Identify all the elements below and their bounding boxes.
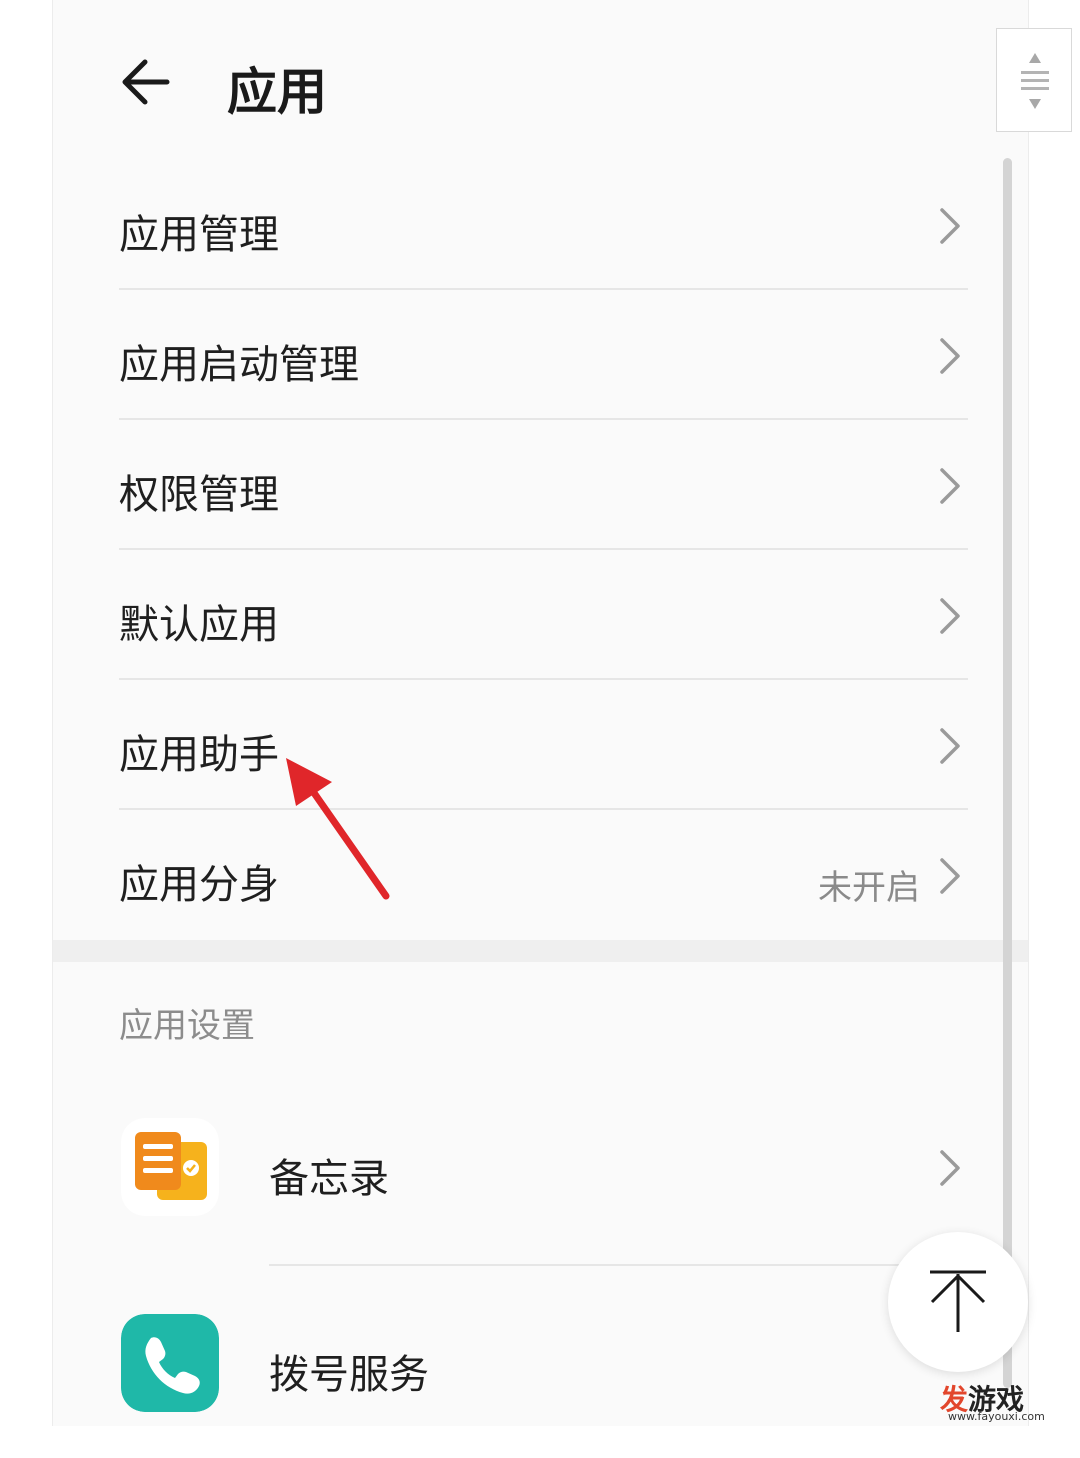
- chevron-right-icon: [940, 338, 960, 374]
- menu-item-app-startup-management[interactable]: 应用启动管理: [53, 290, 1028, 420]
- divider: [269, 1264, 968, 1266]
- scrollbar[interactable]: [1003, 158, 1012, 1388]
- chevron-right-icon: [940, 598, 960, 634]
- menu-item-label: 权限管理: [119, 472, 279, 518]
- menu-item-label: 应用启动管理: [119, 342, 359, 388]
- section-title: 应用设置: [119, 1006, 255, 1046]
- status-value: 未开启: [818, 868, 920, 908]
- menu-item-label: 应用分身: [119, 862, 279, 908]
- arrow-up-to-top-icon: [930, 1270, 986, 1332]
- app-row-memo[interactable]: 备忘录: [53, 1072, 1028, 1262]
- menu-item-permission-management[interactable]: 权限管理: [53, 420, 1028, 550]
- scroll-updown-icon: [1021, 53, 1049, 109]
- settings-screen: 应用 应用管理 应用启动管理 权限管理 默认应用 应用助手 应用分身 未开启 应…: [52, 0, 1029, 1426]
- chevron-right-icon: [940, 468, 960, 504]
- chevron-right-icon: [940, 1150, 960, 1186]
- chevron-right-icon: [940, 728, 960, 764]
- app-row-dialer[interactable]: 拨号服务: [53, 1268, 1028, 1458]
- memo-app-icon: [121, 1118, 219, 1216]
- app-label: 拨号服务: [269, 1352, 429, 1398]
- chevron-right-icon: [940, 858, 960, 894]
- scroll-handle[interactable]: [996, 28, 1072, 132]
- back-to-top-button[interactable]: [888, 1232, 1028, 1372]
- menu-item-label: 应用管理: [119, 212, 279, 258]
- watermark-logo: 发游戏 www.fayouxi.com: [940, 1378, 1080, 1426]
- phone-app-icon: [121, 1314, 219, 1412]
- page-title: 应用: [227, 63, 327, 121]
- app-label: 备忘录: [269, 1156, 389, 1202]
- header: 应用: [53, 0, 1028, 160]
- watermark-url: www.fayouxi.com: [948, 1410, 1045, 1423]
- menu-item-app-management[interactable]: 应用管理: [53, 160, 1028, 290]
- chevron-right-icon: [940, 208, 960, 244]
- menu-item-default-apps[interactable]: 默认应用: [53, 550, 1028, 680]
- menu-list: 应用管理 应用启动管理 权限管理 默认应用 应用助手 应用分身 未开启: [53, 160, 1028, 940]
- section-separator: [53, 940, 1028, 962]
- menu-item-app-twin[interactable]: 应用分身 未开启: [53, 810, 1028, 940]
- menu-item-app-assistant[interactable]: 应用助手: [53, 680, 1028, 810]
- menu-item-label: 应用助手: [119, 732, 279, 778]
- menu-item-label: 默认应用: [119, 602, 279, 648]
- back-button[interactable]: [115, 50, 179, 114]
- back-arrow-icon: [122, 59, 170, 105]
